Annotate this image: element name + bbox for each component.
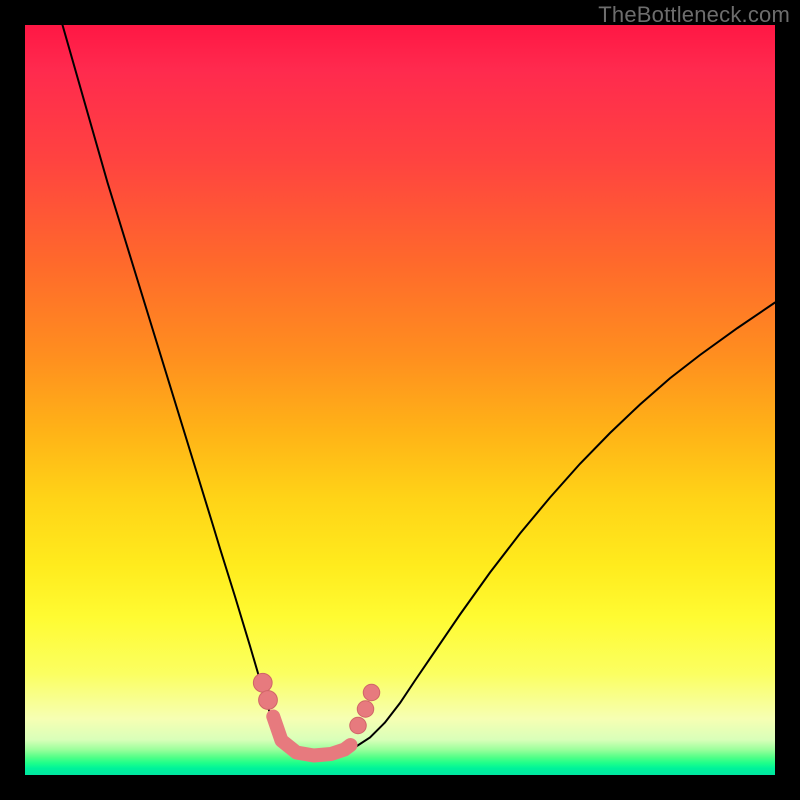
marker-right-mid [357, 701, 374, 718]
marker-left-lower [259, 691, 278, 710]
plot-area [25, 25, 775, 775]
watermark-text: TheBottleneck.com [598, 2, 790, 28]
marker-left-upper [253, 673, 272, 692]
curve-right-branch [355, 303, 775, 748]
curve-left-branch [63, 25, 288, 750]
curve-layer [25, 25, 775, 775]
marker-right-bottom [350, 717, 367, 734]
marker-capsule [273, 717, 350, 756]
marker-right-top [363, 684, 380, 701]
chart-frame: TheBottleneck.com [0, 0, 800, 800]
